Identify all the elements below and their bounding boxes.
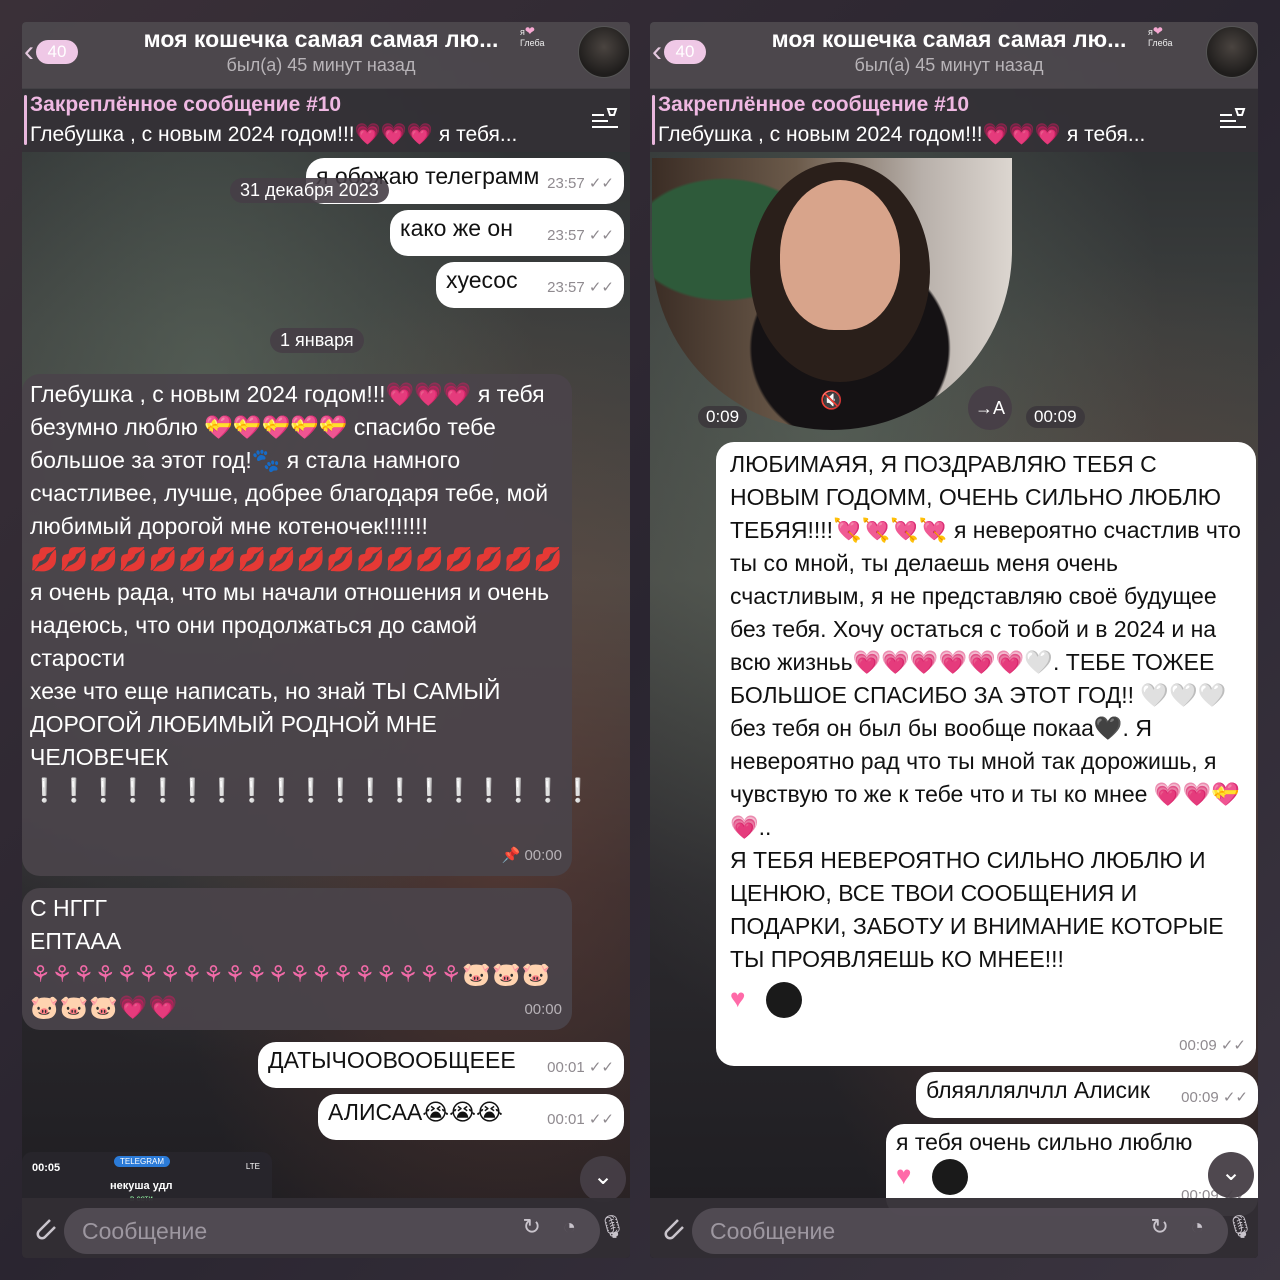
microphone-icon[interactable]: 🎙 [1226,1214,1254,1240]
pinned-message-bar[interactable]: Закреплённое сообщение #10 Глебушка , с … [650,88,1258,152]
avatar[interactable] [1206,26,1258,78]
pin-list-icon[interactable] [1218,105,1250,133]
message-bubble[interactable]: како же он 23:57 ✓✓ [390,210,624,256]
chat-title[interactable]: моя кошечка самая самая лю... [116,26,526,53]
video-duration: 0:09 [698,406,748,428]
attach-icon[interactable] [30,1212,60,1242]
emoji-status: я❤ Глеба [520,24,545,48]
pin-icon: 📌 [501,847,521,864]
message-input[interactable]: Сообщение [692,1208,1228,1254]
video-time: 00:09 [1026,406,1085,428]
chat-title[interactable]: моя кошечка самая самая лю... [744,26,1154,53]
back-button[interactable]: ‹ 40 [24,35,78,68]
chat-header: ‹ 40 моя кошечка самая самая лю... был(а… [650,22,1258,88]
message-bubble[interactable]: ДАТЫЧООВООБЩЕЕЕ 00:01 ✓✓ [258,1042,624,1088]
chevron-left-icon: ‹ [652,35,662,68]
date-separator: 31 декабря 2023 [230,178,389,203]
message-bubble[interactable]: АЛИСАА😭😭😭 00:01 ✓✓ [318,1094,624,1140]
pinned-message-bar[interactable]: Закреплённое сообщение #10 Глебушка , с … [22,88,630,152]
schedule-icon[interactable]: ↻ [522,1214,540,1240]
message-bubble[interactable]: хуесос 23:57 ✓✓ [436,262,624,308]
attach-icon[interactable] [658,1212,688,1242]
kitty-sticker-icon: ♥ [896,1160,912,1190]
schedule-icon[interactable]: ↻ [1150,1214,1168,1240]
avatar[interactable] [578,26,630,78]
chat-status: был(а) 45 минут назад [226,55,416,75]
chat-panel-left: я обожаю телеграмм 23:57 ✓✓ 31 декабря 2… [22,22,630,1258]
emoji-avatar [932,1159,968,1195]
message-input-bar: Сообщение ↻ ◔ 🎙 [22,1198,630,1258]
microphone-icon[interactable]: 🎙 [598,1214,626,1240]
sticker-icon[interactable]: ◔ [563,1214,576,1240]
emoji-status: я❤ Глеба [1148,24,1173,48]
sparkle-emoji-row: ⚘⚘⚘⚘⚘⚘⚘⚘⚘⚘⚘⚘⚘⚘⚘⚘⚘⚘⚘⚘🐷🐷🐷🐷🐷🐷💗💗 [30,961,552,1020]
message-bubble[interactable]: С НГГГ ЕПТААА ⚘⚘⚘⚘⚘⚘⚘⚘⚘⚘⚘⚘⚘⚘⚘⚘⚘⚘⚘⚘🐷🐷🐷🐷🐷🐷… [22,888,572,1030]
unread-badge: 40 [36,40,78,64]
exclaim-emoji-row: ❕❕❕❕❕❕❕❕❕❕❕❕❕❕❕❕❕❕❕ [30,777,594,803]
chat-header: ‹ 40 моя кошечка самая самая лю... был(а… [22,22,630,88]
message-bubble-long[interactable]: Глебушка , с новым 2024 годом!!!💗💗💗 я те… [22,374,594,876]
unread-badge: 40 [664,40,706,64]
pin-list-icon[interactable] [590,105,622,133]
chevron-left-icon: ‹ [24,35,34,68]
kisses-emoji-row: 💋💋💋💋💋💋💋💋💋💋💋💋💋💋💋💋💋💋 [30,546,564,572]
message-bubble[interactable]: бляяллялчлл Алисик 00:09 ✓✓ [916,1072,1258,1118]
scroll-down-button[interactable]: ⌄ [580,1156,626,1202]
sticker-icon[interactable]: ◔ [1191,1214,1204,1240]
emoji-avatar [766,982,802,1018]
message-input[interactable]: Сообщение [64,1208,600,1254]
message-bubble-long[interactable]: ЛЮБИМАЯЯ, Я ПОЗДРАВЛЯЮ ТЕБЯ С НОВЫМ ГОДО… [716,442,1256,1066]
kitty-sticker-icon: ♥ [730,983,746,1013]
translate-button[interactable]: →A [968,386,1012,430]
chat-panel-right: 0:09 🔇 →A 00:09 ЛЮБИМАЯЯ, Я ПОЗДРАВЛЯЮ Т… [650,22,1258,1258]
message-input-bar: Сообщение ↻ ◔ 🎙 [650,1198,1258,1258]
chat-status: был(а) 45 минут назад [854,55,1044,75]
date-separator: 1 января [270,328,364,353]
scroll-down-button[interactable]: ⌄ [1208,1152,1254,1198]
back-button[interactable]: ‹ 40 [652,35,706,68]
muted-icon[interactable]: 🔇 [820,390,842,411]
